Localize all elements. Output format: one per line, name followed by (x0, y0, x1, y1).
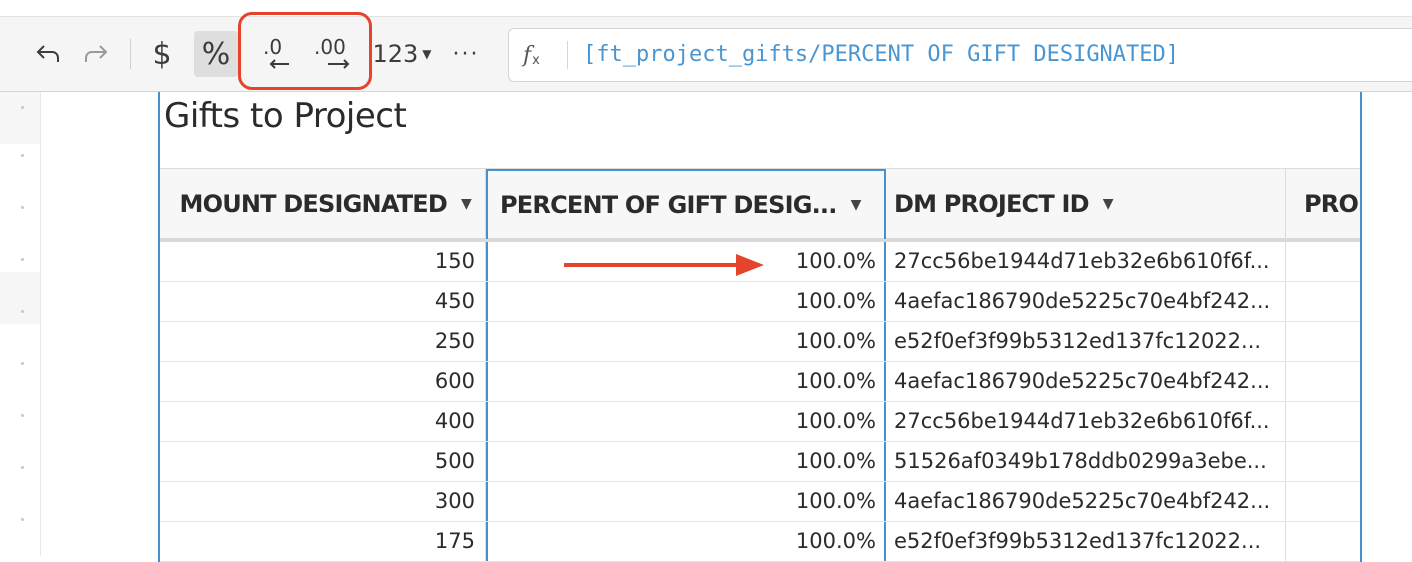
more-icon: ··· (452, 41, 480, 67)
redo-icon (82, 42, 110, 66)
formula-bar[interactable]: fx [ft_project_gifts/PERCENT OF GIFT DES… (508, 28, 1412, 82)
percent-cell[interactable]: 100.0% (486, 322, 886, 361)
sheet-gutter (0, 92, 41, 556)
undo-button[interactable] (28, 31, 68, 77)
table-row[interactable]: 600 100.0% 4aefac186790de5225c70e4bf242.… (160, 362, 1360, 402)
project-cell[interactable] (1286, 362, 1360, 401)
svg-text:.0: .0 (263, 35, 282, 59)
column-header-percent-of-gift[interactable]: PERCENT OF GIFT DESIG... ▼ (486, 169, 886, 239)
table-row[interactable]: 250 100.0% e52f0ef3f99b5312ed137fc12022.… (160, 322, 1360, 362)
table-row[interactable]: 450 100.0% 4aefac186790de5225c70e4bf242.… (160, 282, 1360, 322)
project-cell[interactable] (1286, 322, 1360, 361)
top-strip (0, 0, 1412, 16)
project-id-cell[interactable]: 27cc56be1944d71eb32e6b610f6f... (886, 402, 1286, 441)
percent-button[interactable]: % (194, 31, 238, 77)
table-title: Gifts to Project (164, 96, 407, 136)
project-cell[interactable] (1286, 442, 1360, 481)
project-cell[interactable] (1286, 242, 1360, 281)
table-header: MOUNT DESIGNATED ▼ PERCENT OF GIFT DESIG.… (160, 168, 1360, 242)
percent-cell[interactable]: 100.0% (486, 402, 886, 441)
amount-cell[interactable]: 450 (160, 282, 486, 321)
number-format-dropdown[interactable]: 123 ▼ (366, 31, 438, 77)
amount-cell[interactable]: 500 (160, 442, 486, 481)
currency-icon: $ (152, 36, 172, 72)
project-id-cell[interactable]: 4aefac186790de5225c70e4bf242... (886, 482, 1286, 521)
function-icon: fx (523, 42, 540, 68)
formula-text[interactable]: [ft_project_gifts/PERCENT OF GIFT DESIGN… (583, 29, 1179, 81)
amount-cell[interactable]: 400 (160, 402, 486, 441)
column-header-project[interactable]: PRO. (1286, 169, 1360, 239)
increase-decimal-icon: .00 (310, 34, 358, 74)
percent-cell[interactable]: 100.0% (486, 362, 886, 401)
chevron-down-icon: ▼ (422, 47, 432, 61)
percent-cell[interactable]: 100.0% (486, 522, 886, 561)
percent-cell[interactable]: 100.0% (486, 482, 886, 521)
table-row[interactable]: 500 100.0% 51526af0349b178ddb0299a3ebe..… (160, 442, 1360, 482)
increase-decimal-button[interactable]: .00 (306, 31, 362, 77)
svg-text:.00: .00 (314, 35, 346, 59)
project-id-cell[interactable]: e52f0ef3f99b5312ed137fc12022... (886, 522, 1286, 561)
amount-cell[interactable]: 600 (160, 362, 486, 401)
column-header-dm-project-id[interactable]: DM PROJECT ID ▼ (886, 169, 1286, 239)
project-id-cell[interactable]: 27cc56be1944d71eb32e6b610f6f... (886, 242, 1286, 281)
percent-cell[interactable]: 100.0% (486, 442, 886, 481)
chevron-down-icon[interactable]: ▼ (851, 197, 862, 213)
more-button[interactable]: ··· (444, 31, 488, 77)
project-id-cell[interactable]: 4aefac186790de5225c70e4bf242... (886, 282, 1286, 321)
amount-cell[interactable]: 150 (160, 242, 486, 281)
project-cell[interactable] (1286, 522, 1360, 561)
percent-icon: % (201, 36, 231, 72)
project-cell[interactable] (1286, 482, 1360, 521)
chevron-down-icon[interactable]: ▼ (461, 196, 472, 212)
table-card: Gifts to Project MOUNT DESIGNATED ▼ PERCE… (158, 92, 1362, 562)
project-cell[interactable] (1286, 282, 1360, 321)
project-id-cell[interactable]: e52f0ef3f99b5312ed137fc12022... (886, 322, 1286, 361)
project-id-cell[interactable]: 51526af0349b178ddb0299a3ebe... (886, 442, 1286, 481)
annotation-arrow-icon (564, 254, 764, 276)
decrease-decimal-button[interactable]: .0 (252, 31, 302, 77)
project-cell[interactable] (1286, 402, 1360, 441)
toolbar-separator (130, 39, 131, 69)
table-row[interactable]: 400 100.0% 27cc56be1944d71eb32e6b610f6f.… (160, 402, 1360, 442)
decrease-decimal-icon: .0 (257, 34, 297, 74)
undo-icon (34, 42, 62, 66)
column-header-amount-designated[interactable]: MOUNT DESIGNATED ▼ (160, 169, 486, 239)
formatting-toolbar: $ % .0 .00 123 ▼ ··· fx [ft_project_gift… (0, 16, 1412, 92)
redo-button[interactable] (76, 31, 116, 77)
percent-cell[interactable]: 100.0% (486, 282, 886, 321)
number-format-label: 123 (372, 40, 419, 68)
table-row[interactable]: 300 100.0% 4aefac186790de5225c70e4bf242.… (160, 482, 1360, 522)
amount-cell[interactable]: 250 (160, 322, 486, 361)
amount-cell[interactable]: 175 (160, 522, 486, 561)
table-row[interactable]: 175 100.0% e52f0ef3f99b5312ed137fc12022.… (160, 522, 1360, 562)
project-id-cell[interactable]: 4aefac186790de5225c70e4bf242... (886, 362, 1286, 401)
chevron-down-icon[interactable]: ▼ (1103, 196, 1114, 212)
amount-cell[interactable]: 300 (160, 482, 486, 521)
currency-button[interactable]: $ (142, 31, 182, 77)
formula-separator (567, 41, 568, 69)
